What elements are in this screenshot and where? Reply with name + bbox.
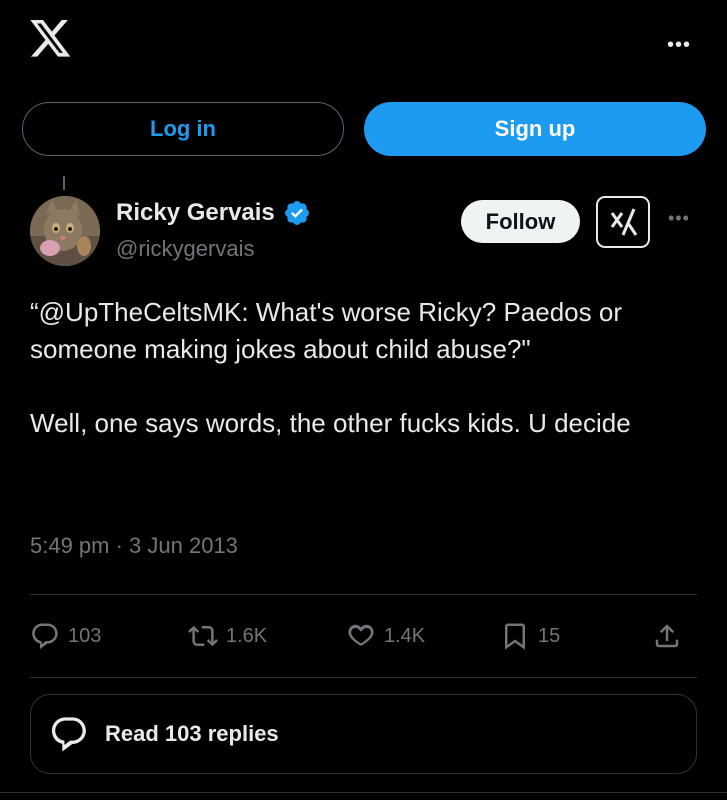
share-icon [655,624,679,648]
reply-button[interactable]: 103 [30,612,101,660]
reply-icon [32,623,58,650]
action-bar: 103 1.6K 1.4K 15 [30,612,697,660]
tweet-more-icon[interactable]: ••• [668,208,690,229]
chat-bubble-icon [51,717,86,752]
author-name[interactable]: Ricky Gervais [116,199,311,227]
login-button[interactable]: Log in [22,102,344,156]
bottom-divider [0,792,727,793]
bookmark-count: 15 [538,624,561,647]
retweet-count: 1.6K [226,624,268,647]
read-replies-label: Read 103 replies [105,721,279,746]
tweet-timestamp[interactable]: 5:49 pm · 3 Jun 2013 [30,533,238,559]
tweet-text: “@UpTheCeltsMK: What's worse Ricky? Paed… [30,297,631,438]
grok-icon[interactable] [596,196,650,248]
signup-button[interactable]: Sign up [364,102,706,156]
thread-connector [63,176,65,190]
avatar[interactable] [30,196,100,266]
divider-bottom [30,677,697,678]
divider-top [30,594,697,595]
reply-count: 103 [68,624,102,647]
author-handle[interactable]: @rickygervais [116,236,254,262]
author-name-label: Ricky Gervais [116,199,275,226]
retweet-button[interactable]: 1.6K [188,612,267,660]
x-logo-icon[interactable] [30,20,72,58]
retweet-icon [188,625,218,647]
read-replies-button[interactable]: Read 103 replies [30,694,697,774]
like-count: 1.4K [384,624,426,647]
heart-icon [348,624,374,646]
follow-button[interactable]: Follow [461,200,580,243]
bookmark-button[interactable]: 15 [500,612,560,660]
share-button[interactable] [652,612,690,660]
bookmark-icon [505,623,525,650]
avatar-image [30,196,100,266]
more-options-icon[interactable]: ••• [667,34,691,57]
top-bar: ••• [0,0,727,86]
like-button[interactable]: 1.4K [346,612,425,660]
verified-badge-icon [284,201,309,225]
